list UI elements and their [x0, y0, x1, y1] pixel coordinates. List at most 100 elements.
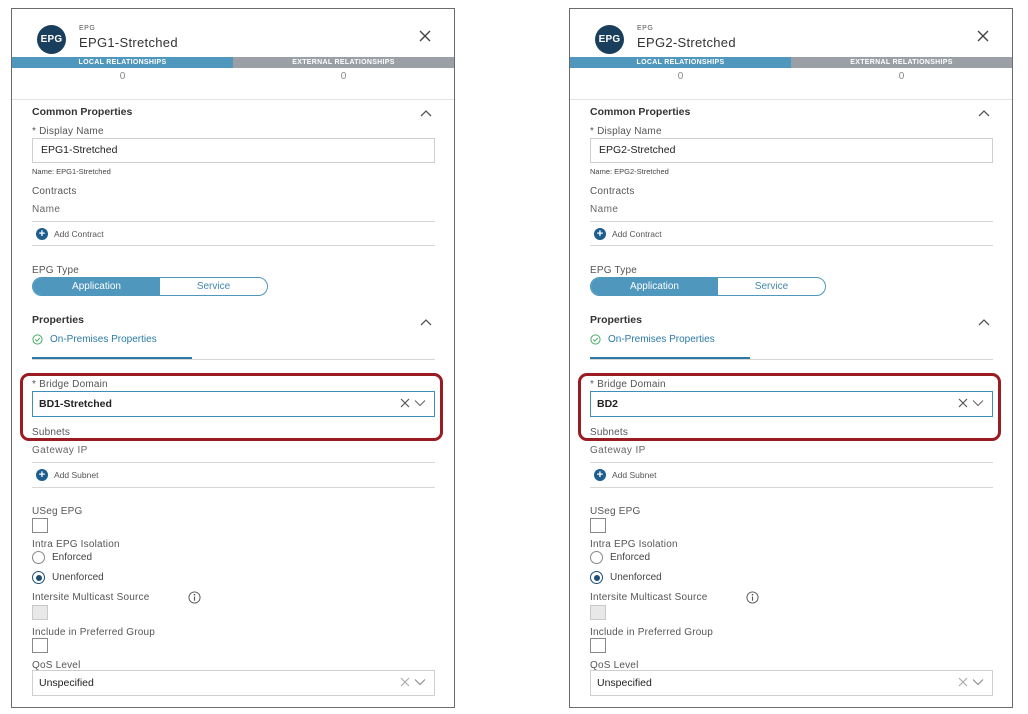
select-controls	[958, 677, 984, 687]
tab-external-relationships[interactable]: EXTERNAL RELATIONSHIPS	[233, 57, 454, 68]
preferred-group-checkbox[interactable]	[32, 638, 48, 653]
tab-on-premises-properties[interactable]: On-Premises Properties	[32, 334, 157, 345]
display-name-label: * Display Name	[590, 126, 662, 137]
caret-up-icon[interactable]	[420, 318, 432, 326]
relationship-counts: 0 0	[570, 69, 1012, 85]
qos-level-select[interactable]: Unspecified	[32, 670, 435, 696]
enforced-label: Enforced	[52, 552, 93, 563]
caret-up-icon[interactable]	[978, 318, 990, 326]
bridge-domain-highlight	[20, 373, 443, 441]
plus-icon: +	[36, 469, 48, 481]
add-contract-button[interactable]: + Add Contract	[36, 228, 104, 240]
bridge-domain-highlight	[578, 373, 1001, 441]
clear-icon[interactable]	[400, 677, 410, 687]
caret-up-icon[interactable]	[978, 109, 990, 117]
radio-enforced[interactable]	[590, 551, 603, 564]
panel-header: EPG EPG EPG2-Stretched	[570, 9, 1012, 57]
contracts-label: Contracts	[32, 186, 77, 197]
enforced-label: Enforced	[610, 552, 651, 563]
common-properties-title: Common Properties	[590, 106, 691, 118]
object-type: EPG	[637, 25, 654, 32]
divider	[570, 99, 1012, 100]
preferred-group-label: Include in Preferred Group	[32, 627, 156, 638]
divider	[32, 221, 435, 222]
check-circle-icon	[32, 334, 43, 345]
external-count: 0	[340, 71, 347, 82]
divider	[590, 221, 993, 222]
epg-panel-1: EPG EPG EPG1-Stretched LOCAL RELATIONSHI…	[11, 8, 455, 708]
epg-type-label: EPG Type	[590, 265, 637, 276]
intersite-multicast-label: Intersite Multicast Source	[32, 592, 150, 603]
local-count: 0	[119, 71, 126, 82]
qos-level-value: Unspecified	[39, 677, 94, 689]
contracts-name-column: Name	[590, 204, 619, 215]
chevron-down-icon[interactable]	[972, 678, 984, 686]
useg-epg-label: USeg EPG	[32, 506, 83, 517]
add-contract-label: Add Contract	[612, 229, 662, 239]
epg-type-application[interactable]: Application	[591, 278, 718, 295]
display-name-input[interactable]: EPG1-Stretched	[32, 138, 435, 163]
display-name-input[interactable]: EPG2-Stretched	[590, 138, 993, 163]
add-contract-button[interactable]: + Add Contract	[594, 228, 662, 240]
useg-epg-label: USeg EPG	[590, 506, 641, 517]
plus-icon: +	[36, 228, 48, 240]
panel-title: EPG1-Stretched	[79, 35, 178, 50]
info-icon[interactable]	[746, 591, 759, 604]
properties-title: Properties	[32, 314, 84, 326]
tab-on-premises-properties[interactable]: On-Premises Properties	[590, 334, 715, 345]
select-controls	[400, 677, 426, 687]
chevron-down-icon[interactable]	[414, 678, 426, 686]
display-name-label: * Display Name	[32, 126, 104, 137]
plus-icon: +	[594, 228, 606, 240]
tab-local-relationships[interactable]: LOCAL RELATIONSHIPS	[12, 57, 233, 68]
epg-badge-icon: EPG	[595, 25, 624, 54]
epg-type-toggle: Application Service	[32, 277, 268, 296]
clear-icon[interactable]	[958, 677, 968, 687]
name-note: Name: EPG1-Stretched	[32, 167, 111, 176]
radio-enforced[interactable]	[32, 551, 45, 564]
gateway-ip-column: Gateway IP	[32, 445, 88, 456]
close-icon[interactable]	[976, 29, 990, 43]
panel-header: EPG EPG EPG1-Stretched	[12, 9, 454, 57]
on-premises-label: On-Premises Properties	[608, 334, 715, 345]
gateway-ip-column: Gateway IP	[590, 445, 646, 456]
add-contract-label: Add Contract	[54, 229, 104, 239]
intra-epg-isolation-label: Intra EPG Isolation	[590, 539, 678, 550]
contracts-name-column: Name	[32, 204, 61, 215]
epg-type-service[interactable]: Service	[160, 278, 267, 295]
properties-title: Properties	[590, 314, 642, 326]
radio-unenforced[interactable]	[590, 571, 603, 584]
panel-title: EPG2-Stretched	[637, 35, 736, 50]
divider	[590, 359, 993, 360]
external-count: 0	[898, 71, 905, 82]
epg-type-label: EPG Type	[32, 265, 79, 276]
name-note: Name: EPG2-Stretched	[590, 167, 669, 176]
add-subnet-button[interactable]: + Add Subnet	[594, 469, 656, 481]
divider	[32, 359, 435, 360]
check-circle-icon	[590, 334, 601, 345]
info-icon[interactable]	[188, 591, 201, 604]
tab-external-relationships[interactable]: EXTERNAL RELATIONSHIPS	[791, 57, 1012, 68]
divider	[32, 487, 435, 488]
epg-type-application[interactable]: Application	[33, 278, 160, 295]
epg-type-service[interactable]: Service	[718, 278, 825, 295]
caret-up-icon[interactable]	[420, 109, 432, 117]
qos-level-select[interactable]: Unspecified	[590, 670, 993, 696]
epg-badge-icon: EPG	[37, 25, 66, 54]
preferred-group-label: Include in Preferred Group	[590, 627, 714, 638]
tab-local-relationships[interactable]: LOCAL RELATIONSHIPS	[570, 57, 791, 68]
common-properties-title: Common Properties	[32, 106, 133, 118]
local-count: 0	[677, 71, 684, 82]
relationship-counts: 0 0	[12, 69, 454, 85]
contracts-label: Contracts	[590, 186, 635, 197]
preferred-group-checkbox[interactable]	[590, 638, 606, 653]
useg-epg-checkbox[interactable]	[32, 518, 48, 533]
add-subnet-button[interactable]: + Add Subnet	[36, 469, 98, 481]
radio-unenforced[interactable]	[32, 571, 45, 584]
useg-epg-checkbox[interactable]	[590, 518, 606, 533]
add-subnet-label: Add Subnet	[54, 470, 99, 480]
epg-type-toggle: Application Service	[590, 277, 826, 296]
intersite-multicast-checkbox	[590, 605, 606, 620]
object-type: EPG	[79, 25, 96, 32]
close-icon[interactable]	[418, 29, 432, 43]
